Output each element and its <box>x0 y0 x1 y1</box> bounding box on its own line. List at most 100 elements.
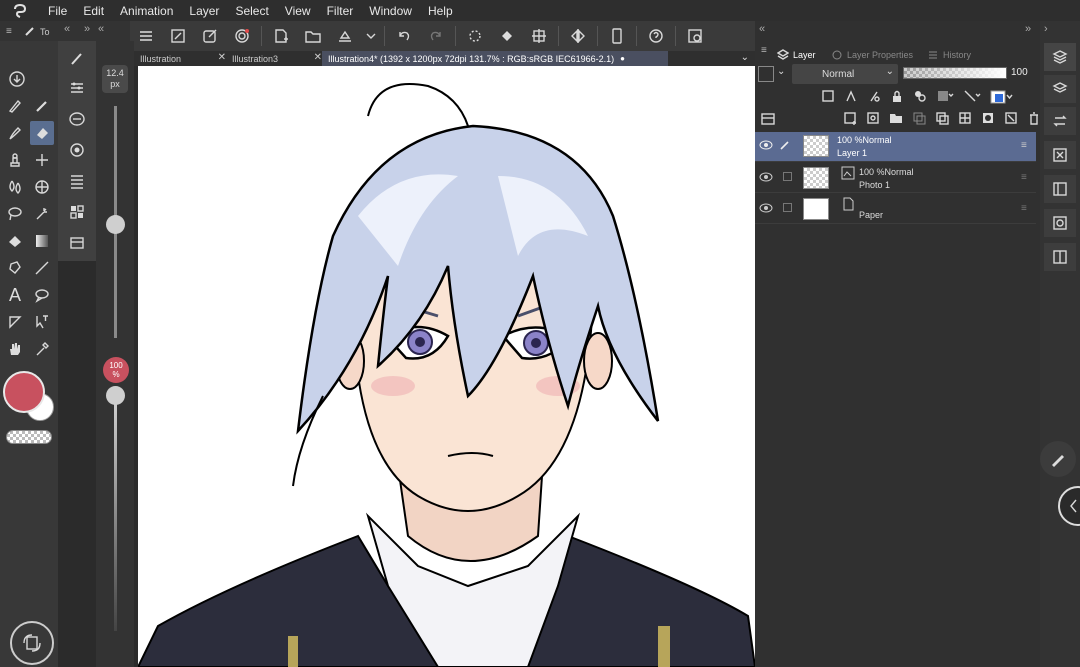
lock-layer-icon[interactable] <box>890 89 904 103</box>
layer-color-icon[interactable] <box>936 89 954 103</box>
menu-select[interactable]: Select <box>227 4 276 18</box>
tab-history[interactable]: History <box>927 47 971 63</box>
fill-bucket-icon[interactable] <box>491 23 523 49</box>
pen-tool-icon[interactable] <box>3 94 27 118</box>
magic-wand-icon[interactable] <box>30 202 54 226</box>
tab-layer[interactable]: Layer <box>777 47 816 63</box>
text-tool-icon[interactable]: A <box>3 283 27 307</box>
edit-target-pen-icon[interactable] <box>779 139 791 153</box>
edit-target-box[interactable] <box>783 203 792 212</box>
collapse-panel-toggle-icon[interactable] <box>1058 486 1080 526</box>
help-icon[interactable] <box>640 23 672 49</box>
balloon-tool-icon[interactable] <box>30 283 54 307</box>
settings-window-icon[interactable] <box>679 23 711 49</box>
tab-illustration3[interactable]: Illustration3 ✕ <box>226 51 322 66</box>
menu-file[interactable]: File <box>40 4 75 18</box>
layer-opacity-slider[interactable] <box>903 67 1007 79</box>
close-tab-icon[interactable]: ✕ <box>314 52 322 63</box>
redo-icon[interactable] <box>420 23 452 49</box>
tabs-dropdown-icon[interactable]: ⌄ <box>741 52 749 63</box>
mask-icon[interactable] <box>913 89 927 103</box>
drag-handle-icon[interactable]: ≡ <box>1021 203 1027 214</box>
combine-icon[interactable] <box>958 111 972 125</box>
line-tool-icon[interactable] <box>30 256 54 280</box>
brush-tab-icon[interactable] <box>24 24 36 42</box>
hamburger-menu-icon[interactable] <box>130 23 162 49</box>
eyedropper-tool-icon[interactable] <box>30 337 54 361</box>
navigator-icon[interactable] <box>65 107 89 131</box>
transfer-down-icon[interactable] <box>912 111 926 125</box>
ruler-tool-icon[interactable] <box>3 310 27 334</box>
layer-color-swatch-icon[interactable] <box>990 89 1014 105</box>
ruler-layer-icon[interactable] <box>963 89 981 103</box>
pencil-tool-icon[interactable] <box>30 94 54 118</box>
move-tool-icon[interactable] <box>30 148 54 172</box>
layer-mask-icon[interactable] <box>981 111 995 125</box>
drawing-canvas[interactable] <box>138 66 755 667</box>
menu-animation[interactable]: Animation <box>112 4 181 18</box>
lasso-tool-icon[interactable] <box>3 202 27 226</box>
menu-view[interactable]: View <box>277 4 319 18</box>
sub-view-icon[interactable] <box>1044 175 1076 203</box>
eraser-tool-icon[interactable] <box>30 121 54 145</box>
opacity-slider-thumb[interactable] <box>106 386 125 405</box>
eye-visibility-icon[interactable] <box>759 172 773 184</box>
operation-tool-icon[interactable] <box>30 310 54 334</box>
brush-size-slider-thumb[interactable] <box>106 215 125 234</box>
stamp-tool-icon[interactable] <box>3 148 27 172</box>
menu-help[interactable]: Help <box>420 4 461 18</box>
layer-row-paper[interactable]: Paper ≡ <box>755 194 1036 224</box>
merge-down-icon[interactable] <box>935 111 949 125</box>
brush-tool-icon[interactable] <box>3 121 27 145</box>
close-tab-icon[interactable]: ✕ <box>218 52 226 63</box>
transform-icon[interactable] <box>523 23 555 49</box>
chevron-down-icon[interactable]: ⌄ <box>777 66 785 77</box>
drag-handle-icon[interactable]: ≡ <box>1021 172 1027 183</box>
delete-layer-icon[interactable] <box>1027 111 1041 125</box>
layer-property-icon[interactable] <box>65 231 89 255</box>
fill-tool-icon[interactable] <box>3 229 27 253</box>
smartphone-icon[interactable] <box>601 23 633 49</box>
layer-row-layer-1[interactable]: 100 %Normal Layer 1 ≡ <box>755 132 1036 162</box>
gradient-tool-icon[interactable] <box>30 229 54 253</box>
new-folder-icon[interactable] <box>889 111 903 125</box>
expand-right-icon[interactable]: › <box>1044 23 1048 35</box>
reference-layer-icon[interactable] <box>821 89 835 103</box>
cloud-sync-icon[interactable] <box>226 23 258 49</box>
menu-filter[interactable]: Filter <box>319 4 362 18</box>
history-icon[interactable] <box>1044 107 1076 135</box>
new-canvas-icon[interactable] <box>162 23 194 49</box>
tab-illustration4[interactable]: Illustration4* (1392 x 1200px 72dpi 131.… <box>322 51 668 66</box>
menu-window[interactable]: Window <box>361 4 420 18</box>
app-logo-icon[interactable] <box>0 3 40 19</box>
tab-modified-dot-icon[interactable]: ● <box>620 54 625 63</box>
item-bank-icon[interactable] <box>1044 243 1076 271</box>
menu-layer[interactable]: Layer <box>181 4 227 18</box>
navigator-panel-icon[interactable] <box>1044 209 1076 237</box>
chevron-down-icon[interactable] <box>361 23 381 49</box>
brush-lock-icon[interactable] <box>867 89 881 103</box>
open-folder-icon[interactable] <box>297 23 329 49</box>
tab-illustration[interactable]: Illustration ✕ <box>134 51 226 66</box>
new-raster-layer-icon[interactable] <box>843 111 857 125</box>
flip-horizontal-icon[interactable] <box>562 23 594 49</box>
layer-settings-icon[interactable] <box>761 112 775 130</box>
rotate-canvas-icon[interactable] <box>10 621 54 665</box>
tool-tab-label[interactable]: To <box>40 27 50 37</box>
menu-edit[interactable]: Edit <box>75 4 112 18</box>
download-icon[interactable] <box>5 67 29 91</box>
material-icon[interactable] <box>65 200 89 224</box>
hand-tool-icon[interactable] <box>3 337 27 361</box>
sliders-icon[interactable] <box>65 76 89 100</box>
layer-search-icon[interactable] <box>1044 75 1076 103</box>
edit-target-box[interactable] <box>783 172 792 181</box>
color-circle-icon[interactable] <box>65 138 89 162</box>
collapse-left-icon[interactable]: « <box>64 23 70 35</box>
collapse-right-panel-icon[interactable]: « <box>759 23 765 35</box>
clear-layer-icon[interactable] <box>1004 111 1018 125</box>
main-color-swatch[interactable] <box>3 371 45 413</box>
transparent-color-swatch[interactable] <box>6 430 52 444</box>
layer-panel-menu-icon[interactable]: ≡ <box>761 45 767 56</box>
color-sets-icon[interactable] <box>65 169 89 193</box>
edit-canvas-icon[interactable] <box>194 23 226 49</box>
